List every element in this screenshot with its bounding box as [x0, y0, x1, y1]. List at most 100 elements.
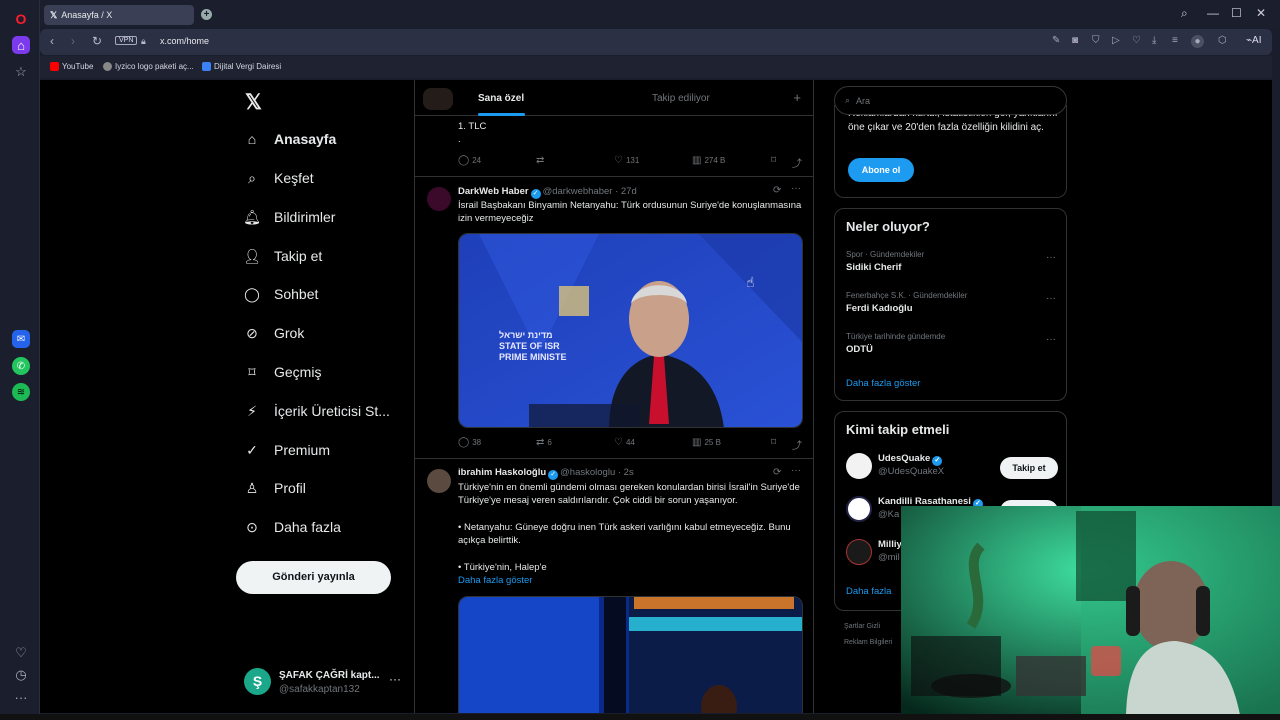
- reload-icon[interactable]: ↻: [92, 34, 102, 48]
- bookmark-vergi[interactable]: Dijital Vergi Dairesi: [202, 62, 281, 71]
- tab-following[interactable]: Takip ediliyor: [652, 93, 710, 104]
- grok-icon[interactable]: ⟳: [773, 467, 781, 478]
- author-handle[interactable]: @darkwebhaber: [543, 186, 613, 197]
- more-dots-icon[interactable]: ···: [1046, 334, 1056, 345]
- nav-notifications[interactable]: 🔔︎ Bildirimler: [243, 208, 335, 226]
- nav-grok[interactable]: ⊘ Grok: [243, 324, 304, 342]
- bookmark-icon: ⌑: [771, 155, 777, 166]
- url-field[interactable]: x.com/home: [160, 36, 209, 46]
- repost-button[interactable]: ⇄: [536, 155, 544, 166]
- nav-label: Profil: [274, 480, 306, 496]
- edit-icon[interactable]: ✎: [1052, 35, 1060, 46]
- more-dots-icon[interactable]: ···: [1046, 252, 1056, 263]
- nav-label: Sohbet: [274, 286, 319, 302]
- suggestion-handle: @UdesQuakeX: [878, 466, 945, 477]
- heart-icon[interactable]: ♡: [12, 644, 30, 662]
- x-logo-icon[interactable]: 𝕏: [245, 90, 262, 115]
- post-button[interactable]: Gönderi yayınla: [236, 561, 391, 594]
- history-icon[interactable]: ◷: [12, 666, 30, 684]
- share-button[interactable]: ⤴: [792, 155, 802, 170]
- tweet[interactable]: ibrahim Haskoloğlu ✓ @haskologlu · 2s ⟳ ··…: [415, 459, 813, 713]
- bookmark-iyzico[interactable]: Iyzico logo paketi aç...: [103, 62, 194, 71]
- close-button[interactable]: ✕: [1256, 6, 1266, 20]
- opera-logo-icon[interactable]: O: [12, 10, 30, 28]
- shield-icon[interactable]: ⛉: [1092, 35, 1100, 46]
- messenger-icon[interactable]: ✉: [12, 330, 30, 348]
- star-icon[interactable]: ☆: [12, 63, 30, 81]
- tweet[interactable]: DarkWeb Haber ✓ @darkwebhaber · 27d ⟳ ··· …: [415, 177, 813, 459]
- footer-links-2[interactable]: Reklam Bilgileri: [844, 639, 892, 646]
- nav-explore[interactable]: ⌕ Keşfet: [243, 169, 314, 187]
- tab-for-you[interactable]: Sana özel: [478, 93, 524, 104]
- author-name[interactable]: ibrahim Haskoloğlu: [458, 467, 546, 478]
- camera-icon[interactable]: ◙: [1072, 35, 1078, 46]
- share-button[interactable]: ⤴: [792, 437, 802, 452]
- reply-icon: ◯: [458, 155, 470, 166]
- ai-button[interactable]: ⌁AI: [1246, 35, 1261, 46]
- extensions-icon[interactable]: ⬡: [1218, 35, 1227, 46]
- more-dots-icon[interactable]: ···: [12, 688, 30, 706]
- grok-icon[interactable]: ⟳: [773, 185, 781, 196]
- nav-label: Grok: [274, 325, 305, 341]
- author-name[interactable]: DarkWeb Haber: [458, 186, 529, 197]
- trend-item[interactable]: Spor · Gündemdekiler Sidiki Cherif ···: [846, 250, 1056, 273]
- footer-links[interactable]: Şartlar Gizli: [844, 623, 880, 630]
- search-input[interactable]: ⌕ Ara: [834, 86, 1067, 115]
- tweet-image[interactable]: מדינת ישראל STATE OF ISR PRIME MINISTE: [458, 233, 803, 428]
- nav-follow[interactable]: 👤︎ Takip et: [243, 247, 322, 265]
- views-button[interactable]: ▥ 274 B: [692, 155, 725, 166]
- home-icon[interactable]: ⌂: [12, 36, 30, 54]
- nav-home[interactable]: ⌂ Anasayfa: [243, 130, 337, 148]
- nav-chat[interactable]: ◯ Sohbet: [243, 285, 318, 303]
- minimize-button[interactable]: —: [1207, 6, 1219, 20]
- more-dots-icon[interactable]: ···: [1046, 293, 1056, 304]
- show-more-link[interactable]: Daha fazla göster: [458, 574, 803, 587]
- play-icon[interactable]: ▷: [1112, 35, 1120, 46]
- tab-home[interactable]: 𝕏 Anasayfa / X: [44, 5, 194, 25]
- more-dots-icon[interactable]: ···: [791, 465, 801, 476]
- heart-icon[interactable]: ♡: [1132, 35, 1141, 46]
- trend-item[interactable]: Türkiye tarihinde gündemde ODTÜ ···: [846, 332, 1056, 355]
- views-button[interactable]: ▥ 25 B: [692, 437, 721, 448]
- new-tab-button[interactable]: +: [201, 9, 212, 20]
- vpn-badge[interactable]: VPN: [115, 36, 138, 45]
- whatsapp-icon[interactable]: ✆: [12, 357, 30, 375]
- bookmark-button[interactable]: ⌑: [771, 437, 776, 448]
- menu-icon[interactable]: ≡: [1172, 35, 1178, 46]
- subscribe-button[interactable]: Abone ol: [848, 158, 914, 182]
- bookmark-button[interactable]: ⌑: [771, 155, 776, 166]
- maximize-button[interactable]: ☐: [1231, 6, 1242, 20]
- show-more-link[interactable]: Daha fazla göster: [846, 378, 920, 389]
- reply-button[interactable]: ◯ 38: [458, 437, 481, 448]
- nav-profile[interactable]: ♙ Profil: [243, 479, 306, 497]
- avatar[interactable]: [427, 469, 451, 493]
- add-tab-icon[interactable]: +: [793, 90, 801, 105]
- profile-icon[interactable]: ●: [1191, 35, 1204, 48]
- back-icon[interactable]: ‹: [50, 34, 54, 48]
- nav-creator-studio[interactable]: ⚡︎ İçerik Üreticisi St...: [243, 402, 390, 420]
- follow-button[interactable]: Takip et: [1000, 457, 1058, 479]
- repost-button[interactable]: ⇄ 6: [536, 437, 552, 448]
- who-more-link[interactable]: Daha fazla: [846, 586, 891, 597]
- more-dots-icon[interactable]: ···: [791, 183, 801, 194]
- bookmark-youtube[interactable]: YouTube: [50, 62, 93, 71]
- nav-bookmarks[interactable]: ⌑ Geçmiş: [243, 363, 321, 381]
- like-button[interactable]: ♡ 44: [614, 437, 635, 448]
- account-switcher[interactable]: Ş ŞAFAK ÇAĞRİ kapt... @safakkaptan132 ··…: [244, 668, 414, 698]
- nav-premium[interactable]: ✓ Premium: [243, 441, 330, 459]
- tweet-image[interactable]: [458, 596, 803, 713]
- more-dots-icon[interactable]: ···: [389, 672, 401, 686]
- reply-button[interactable]: ◯ 24: [458, 155, 481, 166]
- avatar[interactable]: [427, 187, 451, 211]
- trend-item[interactable]: Fenerbahçe S.K. · Gündemdekiler Ferdi Ka…: [846, 291, 1056, 314]
- nav-more[interactable]: ⊙ Daha fazla: [243, 518, 341, 536]
- like-button[interactable]: ♡ 131: [614, 155, 639, 166]
- suggestion-item[interactable]: UdesQuake ✓ @UdesQuakeX Takip et: [846, 453, 1058, 481]
- download-icon[interactable]: ⤓: [1152, 35, 1156, 46]
- forward-icon[interactable]: ›: [71, 34, 75, 48]
- author-handle[interactable]: @haskologlu: [560, 467, 615, 478]
- search-icon[interactable]: ⌕: [1181, 6, 1188, 21]
- lock-icon[interactable]: 🔒︎: [141, 36, 146, 47]
- active-tab-indicator: [478, 113, 525, 116]
- spotify-icon[interactable]: ≋: [12, 383, 30, 401]
